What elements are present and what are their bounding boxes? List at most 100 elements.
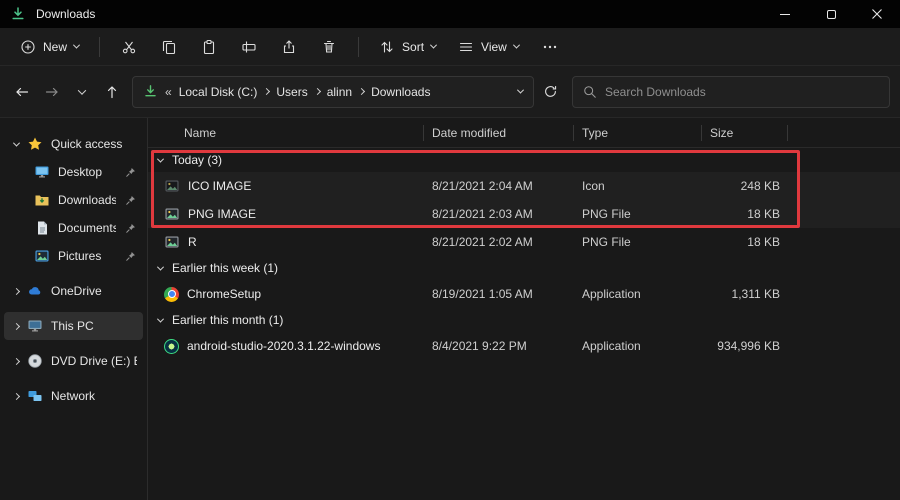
- column-header-type[interactable]: Type: [574, 125, 702, 141]
- refresh-button[interactable]: [536, 78, 564, 106]
- cut-icon: [121, 39, 137, 55]
- file-row-chromesetup[interactable]: ChromeSetup 8/19/2021 1:05 AM Applicatio…: [148, 280, 900, 308]
- file-name: R: [188, 235, 197, 249]
- see-more-button[interactable]: [531, 32, 569, 62]
- chevron-right-icon[interactable]: [13, 392, 20, 399]
- downloads-window-icon: [10, 6, 26, 22]
- view-button-label: View: [481, 40, 507, 54]
- title-bar: Downloads: [0, 0, 900, 28]
- trash-icon: [321, 39, 337, 55]
- view-button[interactable]: View: [448, 33, 529, 61]
- sort-button[interactable]: Sort: [369, 33, 446, 61]
- chevron-down-icon: [513, 42, 520, 49]
- toolbar-separator: [99, 37, 100, 57]
- sidebar-item-label: This PC: [51, 319, 137, 333]
- downloads-folder-icon: [34, 192, 50, 208]
- forward-button[interactable]: [38, 78, 66, 106]
- chevron-down-icon[interactable]: [157, 155, 164, 162]
- breadcrumb-item-alinn[interactable]: alinn: [327, 85, 352, 99]
- sidebar-item-desktop[interactable]: Desktop: [4, 158, 143, 186]
- chevron-down-icon[interactable]: [13, 139, 20, 146]
- navigation-bar: « Local Disk (C:) Users alinn Downloads: [0, 66, 900, 118]
- file-row-android-studio[interactable]: android-studio-2020.3.1.22-windows 8/4/2…: [148, 332, 900, 360]
- group-header-earlier-this-week[interactable]: Earlier this week (1): [148, 256, 900, 280]
- file-size: 1,311 KB: [702, 287, 788, 301]
- address-bar[interactable]: « Local Disk (C:) Users alinn Downloads: [132, 76, 534, 108]
- sidebar-item-onedrive[interactable]: OneDrive: [4, 277, 143, 305]
- file-row-r[interactable]: R 8/21/2021 2:02 AM PNG File 18 KB: [148, 228, 900, 256]
- ellipsis-icon: [542, 39, 558, 55]
- chevron-right-icon[interactable]: [13, 357, 20, 364]
- recent-locations-button[interactable]: [68, 78, 96, 106]
- arrow-left-icon: [14, 84, 30, 100]
- paste-icon: [201, 39, 217, 55]
- column-header-name[interactable]: Name: [148, 125, 424, 141]
- close-button[interactable]: [854, 0, 900, 28]
- column-header-size[interactable]: Size: [702, 125, 788, 141]
- paste-button[interactable]: [190, 32, 228, 62]
- file-type: PNG File: [574, 207, 702, 221]
- new-button-label: New: [43, 40, 67, 54]
- breadcrumb-overflow[interactable]: «: [165, 85, 172, 99]
- minimize-button[interactable]: [762, 0, 808, 28]
- file-type: Application: [574, 287, 702, 301]
- chevron-right-icon[interactable]: [13, 322, 20, 329]
- star-icon: [27, 136, 43, 152]
- file-size: 248 KB: [702, 179, 788, 193]
- arrow-right-icon: [44, 84, 60, 100]
- group-header-label: Today (3): [172, 153, 222, 167]
- file-row-ico-image[interactable]: ICO IMAGE 8/21/2021 2:04 AM Icon 248 KB: [148, 172, 900, 200]
- file-row-png-image[interactable]: PNG IMAGE 8/21/2021 2:03 AM PNG File 18 …: [148, 200, 900, 228]
- delete-button[interactable]: [310, 32, 348, 62]
- sidebar-item-this-pc[interactable]: This PC: [4, 312, 143, 340]
- breadcrumb-separator-icon: [358, 88, 365, 95]
- column-header-date-modified[interactable]: Date modified: [424, 125, 574, 141]
- dvd-disc-icon: [27, 353, 43, 369]
- breadcrumb-item-downloads[interactable]: Downloads: [371, 85, 430, 99]
- window-title: Downloads: [36, 7, 95, 21]
- back-button[interactable]: [8, 78, 36, 106]
- share-icon: [281, 39, 297, 55]
- chevron-down-icon[interactable]: [157, 263, 164, 270]
- copy-button[interactable]: [150, 32, 188, 62]
- desktop-icon: [34, 164, 50, 180]
- sidebar-item-quick-access[interactable]: Quick access: [4, 130, 143, 158]
- document-icon: [34, 220, 50, 236]
- address-dropdown-icon[interactable]: [517, 87, 524, 94]
- copy-icon: [161, 39, 177, 55]
- main-area: Quick access Desktop Downloads Documents…: [0, 118, 900, 500]
- group-header-today[interactable]: Today (3): [148, 148, 900, 172]
- sidebar-item-documents[interactable]: Documents: [4, 214, 143, 242]
- file-size: 934,996 KB: [702, 339, 788, 353]
- up-button[interactable]: [98, 78, 126, 106]
- new-button[interactable]: New: [10, 33, 89, 61]
- file-date: 8/4/2021 9:22 PM: [424, 339, 574, 353]
- maximize-button[interactable]: [808, 0, 854, 28]
- cut-button[interactable]: [110, 32, 148, 62]
- chevron-right-icon[interactable]: [13, 287, 20, 294]
- image-file-icon: [164, 178, 180, 194]
- maximize-icon: [827, 10, 836, 19]
- file-explorer-window: Downloads New: [0, 0, 900, 500]
- breadcrumb-item-local-disk[interactable]: Local Disk (C:): [179, 85, 258, 99]
- breadcrumb-item-users[interactable]: Users: [276, 85, 307, 99]
- group-header-earlier-this-month[interactable]: Earlier this month (1): [148, 308, 900, 332]
- refresh-icon: [543, 84, 558, 99]
- rename-icon: [241, 39, 257, 55]
- sidebar-item-pictures[interactable]: Pictures: [4, 242, 143, 270]
- sidebar-item-label: Network: [51, 389, 137, 403]
- sidebar-item-network[interactable]: Network: [4, 382, 143, 410]
- chevron-down-icon[interactable]: [157, 315, 164, 322]
- rename-button[interactable]: [230, 32, 268, 62]
- file-date: 8/21/2021 2:04 AM: [424, 179, 574, 193]
- search-input[interactable]: [605, 85, 879, 99]
- file-name: PNG IMAGE: [188, 207, 256, 221]
- sidebar-item-dvd-drive[interactable]: DVD Drive (E:) ESD-: [4, 347, 143, 375]
- sidebar-item-downloads[interactable]: Downloads: [4, 186, 143, 214]
- arrow-up-icon: [104, 84, 120, 100]
- share-button[interactable]: [270, 32, 308, 62]
- sort-button-label: Sort: [402, 40, 424, 54]
- column-header-row: Name Date modified Type Size: [148, 118, 900, 148]
- chevron-down-icon: [73, 42, 80, 49]
- search-icon: [583, 85, 597, 99]
